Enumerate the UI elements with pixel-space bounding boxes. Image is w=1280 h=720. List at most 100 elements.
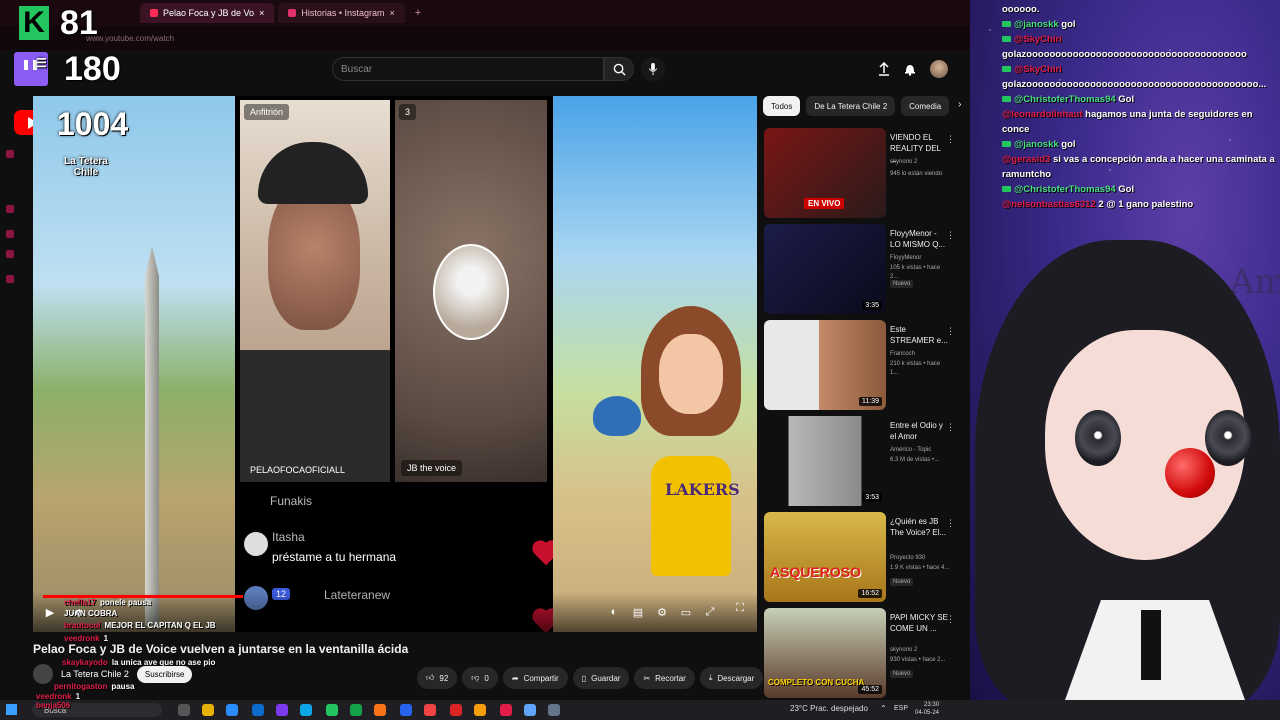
app-icon[interactable] xyxy=(450,704,462,716)
rec-channel: Américo - Topic xyxy=(890,447,932,453)
miniplayer-icon[interactable]: ▭ xyxy=(679,606,693,619)
close-icon[interactable]: × xyxy=(259,8,264,18)
rec-title: PAPI MICKY SE COME UN ... xyxy=(890,613,948,633)
channel-name[interactable]: La Tetera Chile 2 xyxy=(61,669,129,679)
chat-message: @SkyChiri golazooooooooooooooooooooooooo… xyxy=(1002,62,1278,92)
video-thumbnail[interactable]: ASQUEROSO 16:52 xyxy=(764,512,886,602)
address-bar[interactable]: www.youtube.com/watch xyxy=(0,26,970,50)
autoplay-toggle-icon[interactable]: ◐ xyxy=(607,606,621,618)
chat-user: @janoskk xyxy=(1014,139,1059,150)
recommendation-item[interactable]: 3:53 Entre el Odio y el Amor Américo - T… xyxy=(764,416,964,512)
chevron-up-icon[interactable]: ⌃ xyxy=(880,704,887,713)
video-thumbnail[interactable]: 3:35 xyxy=(764,224,886,314)
play-icon[interactable]: ▶ xyxy=(43,606,57,619)
youtube-viewer-count: 1004 xyxy=(57,106,129,142)
file-explorer-icon[interactable] xyxy=(202,704,214,716)
video-thumbnail[interactable]: EN VIVO xyxy=(764,128,886,218)
clip-button[interactable]: ✂ Recortar xyxy=(634,667,695,689)
new-badge: Nuevo xyxy=(890,670,914,678)
theater-icon[interactable]: ⤢ xyxy=(703,606,717,618)
like-button[interactable]: 👍︎ 92 xyxy=(417,667,458,689)
hamburger-menu-icon[interactable]: ☰ xyxy=(36,56,47,70)
video-thumbnail[interactable]: 3:53 xyxy=(764,416,886,506)
microphone-icon xyxy=(648,62,658,75)
more-vert-icon[interactable]: ⋮ xyxy=(946,422,955,433)
more-vert-icon[interactable]: ⋮ xyxy=(946,230,955,241)
language-indicator[interactable]: ESP xyxy=(894,705,908,712)
dislike-button[interactable]: 👎︎ 0 xyxy=(462,667,498,689)
close-icon[interactable]: × xyxy=(390,8,395,18)
save-button[interactable]: ▯ Guardar xyxy=(572,667,630,689)
app-icon[interactable] xyxy=(474,704,486,716)
jersey-text: LAKERS xyxy=(665,480,740,499)
youtube-header: Buscar xyxy=(0,50,970,90)
chat-user: @gerasid3 xyxy=(1002,154,1051,165)
rec-channel: Francoch xyxy=(890,351,916,357)
start-button-icon[interactable] xyxy=(6,704,17,715)
overlay-chat-line: pernitogaston pausa xyxy=(54,682,134,691)
side-icon xyxy=(6,150,14,158)
firefox-icon[interactable] xyxy=(374,704,386,716)
download-button[interactable]: ⤓ Descargar xyxy=(699,667,764,689)
more-vert-icon[interactable]: ⋮ xyxy=(946,614,955,625)
chat-message: @gerasid3 si vas a concepción anda a hac… xyxy=(1002,152,1278,182)
recommendation-item[interactable]: COMPLETO CON CUCHA 45:52 PAPI MICKY SE C… xyxy=(764,608,964,704)
app-icon[interactable] xyxy=(548,704,560,716)
share-button[interactable]: ➦ Compartir xyxy=(502,667,568,689)
tab-instagram[interactable]: Historias • Instagram × xyxy=(278,3,405,23)
rec-title: FloyyMenor - LO MISMO Q... xyxy=(890,229,946,249)
duration: 45:52 xyxy=(858,685,882,694)
vtuber-eye xyxy=(1075,410,1121,466)
sub-badge-icon xyxy=(1002,21,1011,28)
app-icon[interactable] xyxy=(300,704,312,716)
search-input[interactable]: Buscar xyxy=(332,57,604,81)
chat-user: chefla17 xyxy=(64,598,97,607)
tab-youtube[interactable]: Pelao Foca y JB de Vo × xyxy=(140,3,275,23)
chat-text: ponele pausa xyxy=(100,598,152,607)
host-handle: PELAOFOCAOFICIALL xyxy=(250,465,346,475)
settings-gear-icon[interactable]: ⚙ xyxy=(655,606,669,619)
app-icon[interactable] xyxy=(400,704,412,716)
more-vert-icon[interactable]: ⋮ xyxy=(946,518,955,529)
more-vert-icon[interactable]: ⋮ xyxy=(946,134,955,145)
notifications-bell-icon[interactable] xyxy=(904,62,916,76)
account-avatar[interactable] xyxy=(930,60,948,78)
chat-user: JUAN COBRA xyxy=(64,609,118,618)
subscribe-button[interactable]: Suscribirse xyxy=(136,665,193,683)
new-tab-icon[interactable]: + xyxy=(409,7,427,19)
feed-message: préstame a tu hermana xyxy=(272,550,397,564)
clock[interactable]: 23:30 04-05-24 xyxy=(915,701,939,717)
chip-channel[interactable]: De La Tetera Chile 2 xyxy=(806,96,896,116)
fullscreen-icon[interactable]: ⛶ xyxy=(733,602,747,614)
chat-user: @ChristoferThomas94 xyxy=(1014,94,1116,105)
recommendation-item[interactable]: 11:39 Este STREAMER e... Francoch 210 k … xyxy=(764,320,964,416)
opera-icon[interactable] xyxy=(500,704,512,716)
video-thumbnail[interactable]: COMPLETO CON CUCHA 45:52 xyxy=(764,608,886,698)
weather-widget[interactable]: 23°C Prac. despejado xyxy=(790,704,868,713)
recommendation-item[interactable]: 3:35 FloyyMenor - LO MISMO Q... FloyyMen… xyxy=(764,224,964,320)
app-icon[interactable] xyxy=(524,704,536,716)
app-icon[interactable] xyxy=(350,704,362,716)
app-icon[interactable] xyxy=(252,704,264,716)
voice-search-button[interactable] xyxy=(641,57,665,81)
chevron-right-icon[interactable]: › xyxy=(955,96,964,116)
recommendation-item[interactable]: EN VIVO VIENDO EL REALITY DEL ... skynor… xyxy=(764,128,964,224)
edge-icon[interactable] xyxy=(226,704,238,716)
channel-avatar[interactable] xyxy=(33,664,53,684)
search-button[interactable] xyxy=(604,57,634,81)
task-view-icon[interactable] xyxy=(178,704,190,716)
guest-camera: 3 JB the voice xyxy=(395,100,547,482)
chip-comedy[interactable]: Comedia xyxy=(901,96,950,116)
subtitles-icon[interactable]: ▤ xyxy=(631,606,645,619)
video-thumbnail[interactable]: 11:39 xyxy=(764,320,886,410)
chrome-icon[interactable] xyxy=(424,704,436,716)
recommendation-item[interactable]: ASQUEROSO 16:52 ¿Quién es JB The Voice? … xyxy=(764,512,964,608)
upload-icon[interactable] xyxy=(878,62,890,76)
video-player[interactable]: 1004 La Tetera Chile Anfitrión PELAOFOCA… xyxy=(33,96,757,632)
more-vert-icon[interactable]: ⋮ xyxy=(946,326,955,337)
thumbnail-caption: ASQUEROSO xyxy=(770,564,862,580)
chip-all[interactable]: Todos xyxy=(763,96,801,116)
app-icon[interactable] xyxy=(276,704,288,716)
screen: Pelao Foca y JB de Vo × Historias • Inst… xyxy=(0,0,1280,720)
app-icon[interactable] xyxy=(326,704,338,716)
